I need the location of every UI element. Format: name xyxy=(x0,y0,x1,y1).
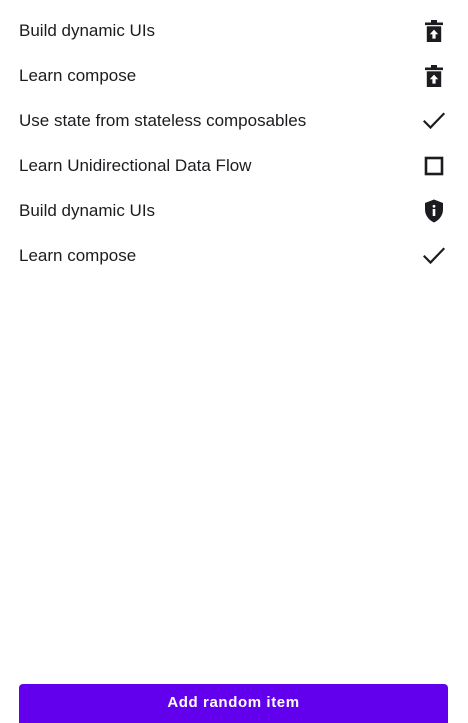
check-icon[interactable] xyxy=(421,243,447,269)
todo-item-label: Build dynamic UIs xyxy=(19,21,156,40)
todo-item-label: Learn compose xyxy=(19,66,137,85)
todo-item-label: Build dynamic UIs xyxy=(19,201,156,220)
todo-list: Build dynamic UIs Learn compose Use stat… xyxy=(0,8,468,278)
todo-item-5[interactable]: Build dynamic UIs xyxy=(0,188,468,233)
delete-icon[interactable] xyxy=(421,18,447,44)
todo-item-label: Learn compose xyxy=(19,246,137,265)
todo-item-3[interactable]: Use state from stateless composables xyxy=(0,98,468,143)
todo-item-2[interactable]: Learn compose xyxy=(0,53,468,98)
todo-item-label: Learn Unidirectional Data Flow xyxy=(19,156,252,175)
todo-item-6[interactable]: Learn compose xyxy=(0,233,468,278)
todo-item-label: Use state from stateless composables xyxy=(19,111,307,130)
check-icon[interactable] xyxy=(421,108,447,134)
add-random-item-button[interactable]: Add random item xyxy=(19,684,448,723)
todo-item-4[interactable]: Learn Unidirectional Data Flow xyxy=(0,143,468,188)
shield-info-icon[interactable] xyxy=(421,198,447,224)
todo-item-1[interactable]: Build dynamic UIs xyxy=(0,8,468,53)
checkbox-outline-icon[interactable] xyxy=(421,153,447,179)
delete-icon[interactable] xyxy=(421,63,447,89)
todo-screen: Build dynamic UIs Learn compose Use stat… xyxy=(0,0,468,723)
